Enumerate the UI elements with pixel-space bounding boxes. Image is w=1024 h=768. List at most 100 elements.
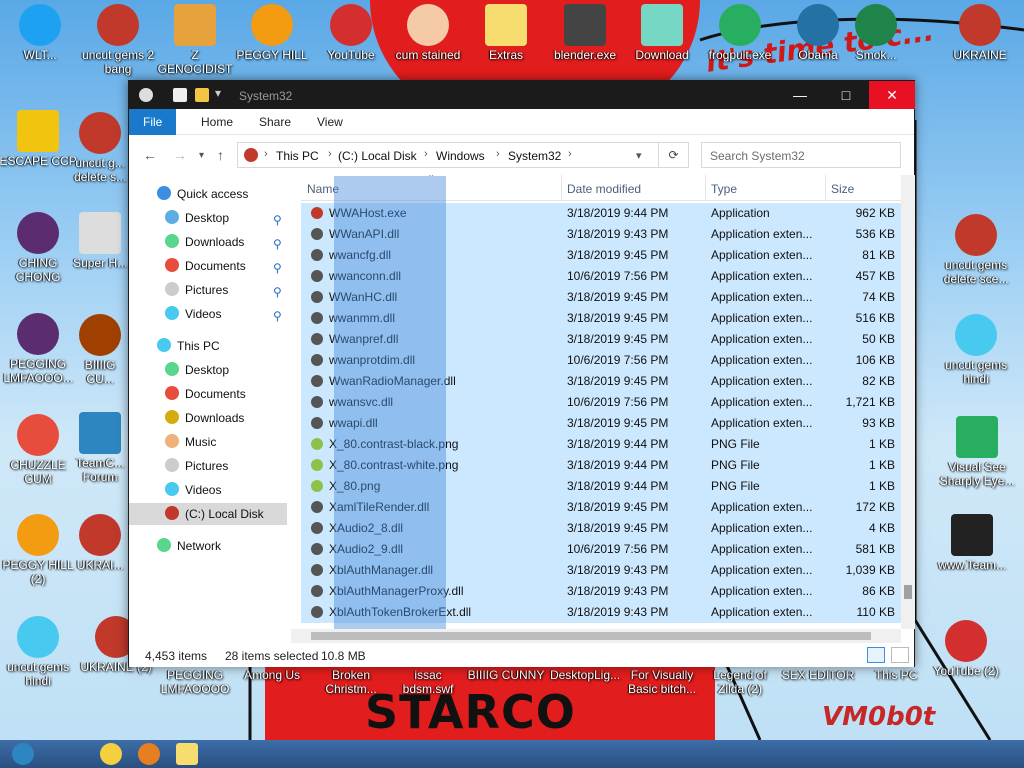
- start-button-icon[interactable]: [12, 743, 34, 765]
- forward-arrow-icon[interactable]: →: [173, 147, 187, 163]
- column-divider[interactable]: [561, 175, 562, 201]
- desktop-icon[interactable]: WLT...: [0, 4, 80, 62]
- pin-icon[interactable]: ⚲: [273, 261, 282, 275]
- nav-item-desktop[interactable]: Desktop: [165, 207, 229, 229]
- up-arrow-icon[interactable]: ↑: [217, 147, 224, 163]
- nav-pc-downloads[interactable]: Downloads: [165, 407, 244, 429]
- desktop-icon[interactable]: uncut gems hindi: [0, 616, 78, 688]
- desktop-icon[interactable]: This PC: [856, 668, 936, 682]
- nav-network[interactable]: Network: [157, 535, 221, 557]
- vertical-scrollbar[interactable]: [901, 175, 915, 629]
- desktop-icon[interactable]: PEGGING LMFAOOOO: [155, 668, 235, 696]
- desktop-icon[interactable]: Smok...: [836, 4, 916, 62]
- desktop-icon[interactable]: CHING CHONG: [0, 212, 78, 284]
- nav-item-documents[interactable]: Documents: [165, 255, 246, 277]
- nav-pc-desktop[interactable]: Desktop: [165, 359, 229, 381]
- desktop-icon[interactable]: uncut gems 2 bang: [78, 4, 158, 76]
- desktop-icon[interactable]: Legend of Zilda (2): [700, 668, 780, 696]
- nav-this-pc[interactable]: This PC: [157, 335, 220, 357]
- desktop-icon[interactable]: Download: [622, 4, 702, 62]
- breadcrumb-local-disk[interactable]: (C:) Local Disk: [338, 149, 417, 163]
- desktop-icon[interactable]: frogpult.exe: [700, 4, 780, 62]
- tab-share[interactable]: Share: [245, 109, 305, 135]
- pin-icon[interactable]: ⚲: [273, 213, 282, 227]
- desktop-icon[interactable]: Super H...: [72, 212, 128, 270]
- properties-icon[interactable]: [173, 88, 187, 102]
- desktop-icon[interactable]: uncut g... delete s...: [72, 112, 128, 184]
- desktop-icon[interactable]: For Visually Basic bitch...: [622, 668, 702, 696]
- nav-item-videos[interactable]: Videos: [165, 303, 221, 325]
- chevron-down-icon[interactable]: ▾: [636, 149, 642, 162]
- nav-pc-music[interactable]: Music: [165, 431, 216, 453]
- tab-home[interactable]: Home: [187, 109, 247, 135]
- desktop-icon[interactable]: Visual See Sharply Eye...: [932, 416, 1022, 488]
- scroll-thumb[interactable]: [311, 632, 871, 640]
- breadcrumb-this-pc[interactable]: This PC: [276, 149, 319, 163]
- column-divider[interactable]: [825, 175, 826, 201]
- desktop-icon[interactable]: BIIIIG CU...: [72, 314, 128, 386]
- desktop-icon[interactable]: cum stained: [388, 4, 468, 62]
- desktop-icon[interactable]: UKRAI...: [72, 514, 128, 572]
- chevron-right-icon[interactable]: ›: [264, 148, 268, 160]
- desktop-icon[interactable]: YouTube: [311, 4, 391, 62]
- chevron-right-icon[interactable]: ›: [424, 148, 428, 160]
- breadcrumb-windows[interactable]: Windows: [436, 149, 485, 163]
- chevron-right-icon[interactable]: ›: [496, 148, 500, 160]
- desktop-icon[interactable]: CHUZZLE CUM: [0, 414, 78, 486]
- desktop-icon[interactable]: Broken Christm...: [311, 668, 391, 696]
- chrome-icon[interactable]: [100, 743, 122, 765]
- desktop-icon[interactable]: SEX EDITOR: [778, 668, 858, 682]
- desktop-icon[interactable]: Z GENOCIDIST: [155, 4, 235, 76]
- minimize-button[interactable]: —: [777, 81, 823, 109]
- firefox-icon[interactable]: [138, 743, 160, 765]
- desktop-icon[interactable]: DesktopLig...: [545, 668, 625, 682]
- nav-pc-local-disk[interactable]: (C:) Local Disk: [129, 503, 287, 525]
- address-bar[interactable]: › This PC › (C:) Local Disk › Windows › …: [237, 142, 659, 168]
- desktop-icon[interactable]: TeamC... Forum: [72, 412, 128, 484]
- desktop-icon[interactable]: www.Team...: [932, 514, 1012, 572]
- desktop-icon[interactable]: Among Us: [232, 668, 312, 682]
- nav-pc-documents[interactable]: Documents: [165, 383, 246, 405]
- desktop-icon[interactable]: Extras: [466, 4, 546, 62]
- desktop-icon[interactable]: UKRAINE: [940, 4, 1020, 62]
- desktop-icon[interactable]: uncut gems delete sce...: [936, 214, 1016, 286]
- nav-item-pictures[interactable]: Pictures: [165, 279, 228, 301]
- details-view-icon[interactable]: [867, 647, 885, 663]
- nav-pc-pictures[interactable]: Pictures: [165, 455, 228, 477]
- title-bar[interactable]: ▾ System32 — □ ✕: [129, 81, 915, 109]
- column-date[interactable]: Date modified: [567, 182, 641, 196]
- large-icons-view-icon[interactable]: [891, 647, 909, 663]
- pin-icon[interactable]: ⚲: [273, 237, 282, 251]
- desktop-icon[interactable]: uncut gems hindi: [936, 314, 1016, 386]
- desktop-icon[interactable]: PEGGY HILL: [232, 4, 312, 62]
- breadcrumb-system32[interactable]: System32: [508, 149, 561, 163]
- desktop-icon[interactable]: PEGGING LMFAOOO...: [0, 313, 78, 385]
- desktop-icon[interactable]: ESCAPE CCP: [0, 110, 78, 168]
- chevron-right-icon[interactable]: ›: [568, 148, 572, 160]
- horizontal-scrollbar[interactable]: [291, 629, 901, 643]
- new-folder-icon[interactable]: [195, 88, 209, 102]
- desktop-icon[interactable]: blender.exe: [545, 4, 625, 62]
- tab-view[interactable]: View: [303, 109, 357, 135]
- file-explorer-icon[interactable]: [176, 743, 198, 765]
- chevron-down-icon[interactable]: ▾: [199, 150, 204, 161]
- maximize-button[interactable]: □: [823, 81, 869, 109]
- desktop-icon[interactable]: issac bdsm.swf: [388, 668, 468, 696]
- pin-icon[interactable]: ⚲: [273, 285, 282, 299]
- nav-pc-videos[interactable]: Videos: [165, 479, 221, 501]
- column-divider[interactable]: [705, 175, 706, 201]
- pin-icon[interactable]: ⚲: [273, 309, 282, 323]
- chevron-right-icon[interactable]: ›: [328, 148, 332, 160]
- scroll-thumb[interactable]: [904, 585, 912, 599]
- desktop-icon[interactable]: YouTube (2): [926, 620, 1006, 678]
- column-type[interactable]: Type: [711, 182, 737, 196]
- desktop-icon[interactable]: BIIIIG CUNNY: [466, 668, 546, 682]
- close-button[interactable]: ✕: [869, 81, 915, 109]
- explorer-window[interactable]: ▾ System32 — □ ✕ File Home Share View ← …: [128, 80, 915, 667]
- chevron-down-icon[interactable]: ▾: [215, 86, 229, 100]
- nav-item-downloads[interactable]: Downloads: [165, 231, 244, 253]
- nav-quick-access[interactable]: Quick access: [157, 183, 248, 205]
- column-size[interactable]: Size: [831, 182, 854, 196]
- tab-file[interactable]: File: [129, 109, 177, 135]
- search-input[interactable]: Search System32: [701, 142, 901, 168]
